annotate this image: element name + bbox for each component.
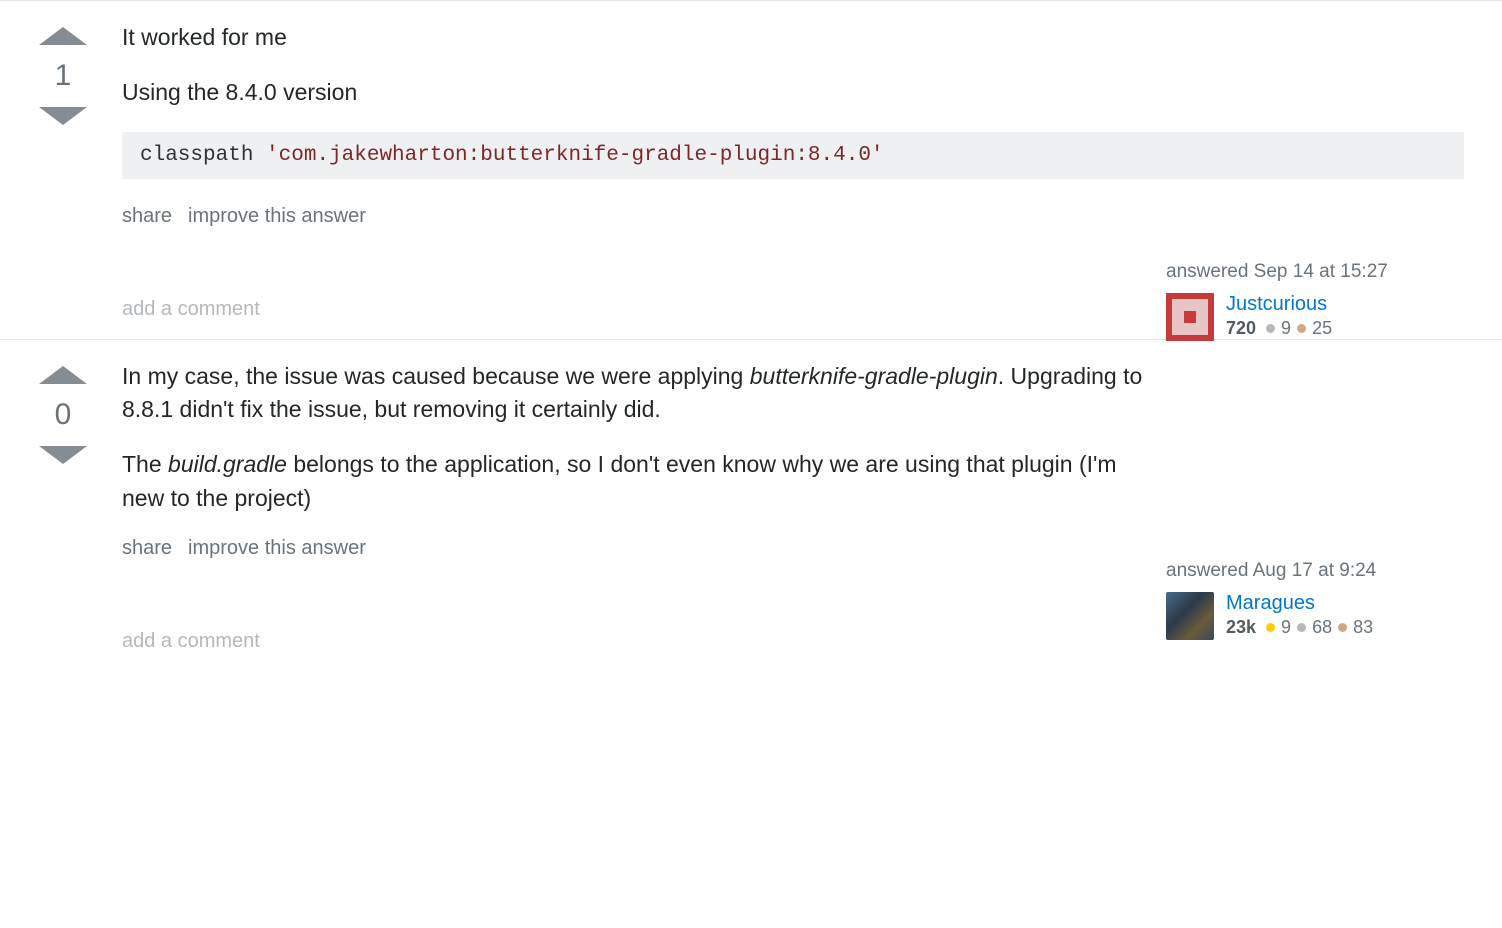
user-name-link[interactable]: Maragues (1226, 592, 1373, 615)
paragraph: It worked for me (122, 21, 1164, 54)
add-comment-link[interactable]: add a comment (122, 630, 1164, 653)
avatar[interactable] (1166, 592, 1214, 640)
user-card-body: Justcurious 720 9 25 (1166, 293, 1466, 341)
text-run: Using the 8.4.0 version (122, 79, 357, 105)
share-link[interactable]: share (122, 537, 172, 560)
text-run: The (122, 451, 168, 477)
upvote-icon[interactable] (39, 366, 87, 384)
text-run: It worked for me (122, 24, 287, 50)
gold-badge-count: 9 (1281, 617, 1291, 638)
avatar[interactable] (1166, 293, 1214, 341)
timestamp: Aug 17 at 9:24 (1253, 560, 1377, 581)
answer: 1 It worked for me Using the 8.4.0 versi… (0, 0, 1502, 339)
text-run: answered (1166, 560, 1253, 581)
improve-link[interactable]: improve this answer (188, 537, 366, 560)
reputation: 720 (1226, 318, 1256, 339)
code-keyword: classpath (140, 144, 266, 167)
user-card-body: Maragues 23k 9 68 83 (1166, 592, 1466, 640)
downvote-icon[interactable] (39, 446, 87, 464)
text-run: In my case, the issue was caused because… (122, 363, 750, 389)
user-card: answered Sep 14 at 15:27 Justcurious 720… (1166, 261, 1466, 341)
action-row: share improve this answer (122, 537, 1164, 560)
bronze-badge-count: 25 (1312, 318, 1332, 339)
paragraph: Using the 8.4.0 version (122, 76, 1164, 109)
paragraph: In my case, the issue was caused because… (122, 360, 1164, 427)
improve-link[interactable]: improve this answer (188, 205, 366, 228)
add-comment-link[interactable]: add a comment (122, 298, 1164, 321)
downvote-icon[interactable] (39, 107, 87, 125)
reputation: 23k (1226, 617, 1256, 638)
answered-time: answered Sep 14 at 15:27 (1166, 261, 1466, 283)
user-name-link[interactable]: Justcurious (1226, 293, 1332, 316)
gold-badge-icon (1266, 623, 1275, 632)
vote-column: 0 (18, 360, 108, 653)
timestamp: Sep 14 at 15:27 (1254, 261, 1388, 282)
text-run-italic: build.gradle (168, 451, 287, 477)
silver-badge-icon (1297, 623, 1306, 632)
paragraph: The build.gradle belongs to the applicat… (122, 448, 1164, 515)
vote-score: 1 (55, 59, 72, 93)
vote-score: 0 (55, 398, 72, 432)
user-card: answered Aug 17 at 9:24 Maragues 23k 9 6… (1166, 560, 1466, 640)
answer: 0 In my case, the issue was caused becau… (0, 339, 1502, 671)
bronze-badge-count: 83 (1353, 617, 1373, 638)
silver-badge-count: 68 (1312, 617, 1332, 638)
silver-badge-count: 9 (1281, 318, 1291, 339)
bronze-badge-icon (1338, 623, 1347, 632)
vote-column: 1 (18, 21, 108, 321)
silver-badge-icon (1266, 324, 1275, 333)
answered-time: answered Aug 17 at 9:24 (1166, 560, 1466, 582)
text-run-italic: butterknife-gradle-plugin (750, 363, 998, 389)
user-info: Maragues 23k 9 68 83 (1226, 592, 1373, 640)
code-block: classpath 'com.jakewharton:butterknife-g… (122, 132, 1464, 179)
user-stats: 23k 9 68 83 (1226, 617, 1373, 638)
answer-body: In my case, the issue was caused because… (108, 360, 1484, 653)
post-text: In my case, the issue was caused because… (122, 360, 1164, 515)
share-link[interactable]: share (122, 205, 172, 228)
text-run: answered (1166, 261, 1254, 282)
user-info: Justcurious 720 9 25 (1226, 293, 1332, 341)
user-stats: 720 9 25 (1226, 318, 1332, 339)
answer-body: It worked for me Using the 8.4.0 version… (108, 21, 1484, 321)
upvote-icon[interactable] (39, 27, 87, 45)
post-text: It worked for me Using the 8.4.0 version… (122, 21, 1164, 179)
action-row: share improve this answer (122, 205, 1164, 228)
bronze-badge-icon (1297, 324, 1306, 333)
code-string: 'com.jakewharton:butterknife-gradle-plug… (266, 144, 884, 167)
